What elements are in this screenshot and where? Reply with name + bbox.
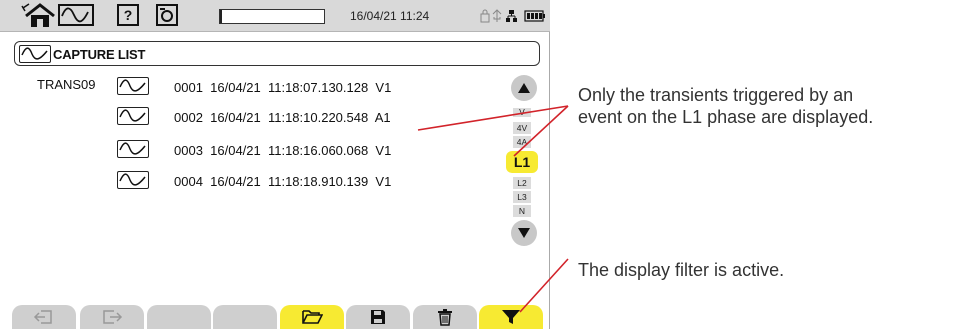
filter-icon xyxy=(502,310,520,324)
home-icon[interactable] xyxy=(20,3,60,27)
list-item[interactable]: 0001 16/04/21 11:18:07.130.128 V1 xyxy=(117,76,497,98)
exit-right-button[interactable] xyxy=(80,305,144,329)
list-item[interactable]: 0003 16/04/21 11:18:16.060.068 V1 xyxy=(117,139,497,161)
scroll-down-button[interactable] xyxy=(511,220,537,246)
filter-item-active[interactable]: L1 xyxy=(506,151,538,173)
progress-fill xyxy=(220,10,223,23)
open-folder-button[interactable] xyxy=(280,305,344,329)
delete-button[interactable] xyxy=(413,305,477,329)
capture-entry: 0001 16/04/21 11:18:07.130.128 V1 xyxy=(174,80,392,95)
page-title: CAPTURE LIST xyxy=(53,47,146,62)
annotation-filter-note: Only the transients triggered by an even… xyxy=(578,84,873,128)
status-bar: ? 16/04/21 11:24 xyxy=(0,0,550,32)
annotation-active-note: The display filter is active. xyxy=(578,260,785,280)
filter-item-v[interactable]: V xyxy=(513,108,531,117)
open-folder-icon xyxy=(302,310,323,324)
filter-item-l3[interactable]: L3 xyxy=(513,191,531,203)
list-item[interactable]: 0002 16/04/21 11:18:10.220.548 A1 xyxy=(117,106,497,128)
filter-item-4a[interactable]: 4A xyxy=(513,136,531,148)
waveform-icon xyxy=(19,45,51,63)
filter-item-n[interactable]: N xyxy=(513,205,531,217)
empty-tab-1[interactable] xyxy=(147,305,211,329)
datetime: 16/04/21 11:24 xyxy=(350,9,430,23)
exit-left-button[interactable] xyxy=(12,305,76,329)
waveform-icon xyxy=(117,107,149,125)
capture-list-header: CAPTURE LIST xyxy=(14,41,540,66)
battery-icon xyxy=(524,10,545,22)
status-icons xyxy=(478,8,548,24)
lock-icon xyxy=(480,9,490,23)
waveform-icon xyxy=(117,140,149,158)
save-button[interactable] xyxy=(346,305,410,329)
network-icon xyxy=(506,10,517,22)
trash-icon xyxy=(438,309,452,326)
camera-icon[interactable] xyxy=(152,3,182,27)
save-icon xyxy=(371,310,385,324)
annotation-line: event on the L1 phase are displayed. xyxy=(578,107,874,127)
svg-text:?: ? xyxy=(124,7,133,23)
scroll-up-button[interactable] xyxy=(511,75,537,101)
filter-item-4v[interactable]: 4V xyxy=(513,122,531,134)
progress-bar xyxy=(219,9,325,24)
waveform-icon xyxy=(117,171,149,189)
capture-entry: 0004 16/04/21 11:18:18.910.139 V1 xyxy=(174,174,392,189)
filter-item-l2[interactable]: L2 xyxy=(513,177,531,189)
arrow-down-icon xyxy=(518,228,530,238)
empty-tab-2[interactable] xyxy=(213,305,277,329)
exit-right-icon xyxy=(103,310,123,324)
help-icon[interactable]: ? xyxy=(113,3,143,27)
instrument-screen: ? 16/04/21 11:24 CAPTURE LIST TRANS09 00… xyxy=(0,0,550,329)
usb-icon xyxy=(492,9,502,22)
annotation-line: Only the transients triggered by an xyxy=(578,85,854,105)
arrow-up-icon xyxy=(518,83,530,93)
waveform-icon xyxy=(117,77,149,95)
capture-entry: 0002 16/04/21 11:18:10.220.548 A1 xyxy=(174,110,391,125)
capture-entry: 0003 16/04/21 11:18:16.060.068 V1 xyxy=(174,143,392,158)
filter-button[interactable] xyxy=(479,305,543,329)
folder-label[interactable]: TRANS09 xyxy=(37,77,96,92)
list-item[interactable]: 0004 16/04/21 11:18:18.910.139 V1 xyxy=(117,170,497,192)
exit-left-icon xyxy=(33,310,52,324)
waveform-icon[interactable] xyxy=(58,3,94,27)
